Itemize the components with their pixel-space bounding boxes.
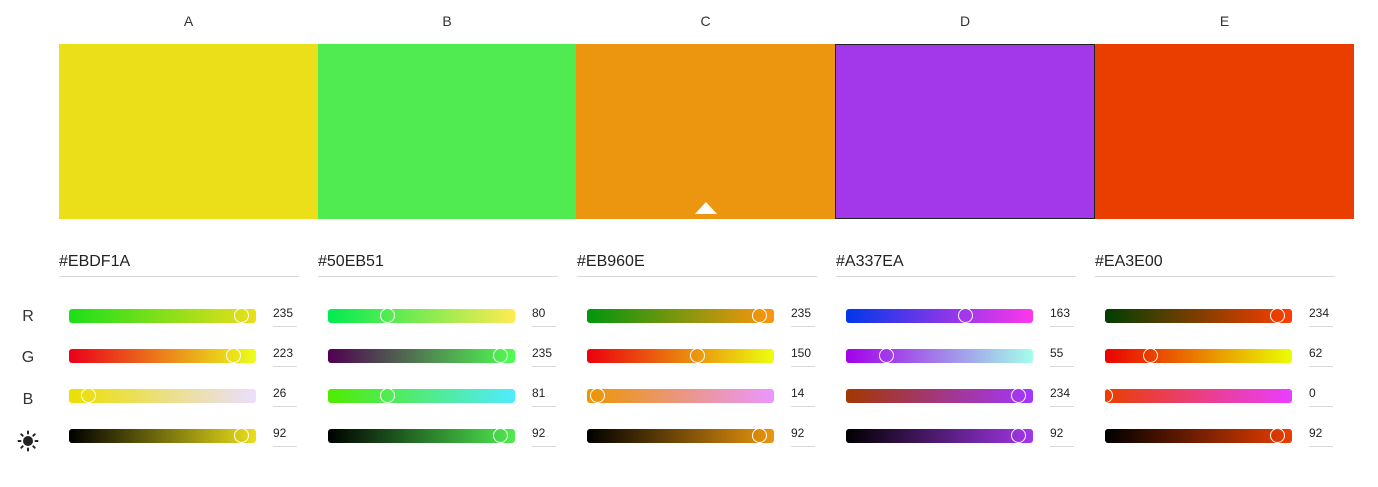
red-slider-thumb-e[interactable] [1269,308,1285,323]
hex-input-b[interactable] [318,253,558,271]
red-slider-thumb-d[interactable] [958,308,974,323]
row-label-red: R [22,308,34,325]
row-label-green: G [21,349,35,366]
brightness-slider-b[interactable] [328,428,515,443]
column-label-b: B [442,13,452,29]
brightness-slider-d[interactable] [846,428,1033,443]
red-slider-thumb-b[interactable] [379,308,395,323]
brightness-slider-thumb-e[interactable] [1270,428,1286,443]
red-slider-a[interactable] [69,308,256,323]
blue-slider-thumb-a[interactable] [81,388,97,403]
green-slider-c[interactable] [587,348,774,363]
red-slider-d[interactable] [846,308,1033,323]
red-slider-thumb-a[interactable] [234,308,250,323]
blue-slider-c[interactable] [587,388,774,403]
green-slider-d[interactable] [846,348,1033,363]
green-value-b[interactable]: 235 [532,346,556,367]
green-value-a[interactable]: 223 [273,346,297,367]
red-value-e[interactable]: 234 [1309,306,1333,327]
red-slider-b[interactable] [328,308,515,323]
green-value-d[interactable]: 55 [1050,346,1074,367]
green-slider-thumb-c[interactable] [689,348,705,363]
blue-slider-d[interactable] [846,388,1033,403]
column-label-e: E [1219,13,1230,29]
blue-slider-thumb-d[interactable] [1010,388,1026,403]
selected-indicator-icon [694,202,717,214]
column-label-d: D [959,13,971,29]
brightness-value-e[interactable]: 92 [1309,426,1333,447]
blue-value-a[interactable]: 26 [273,386,297,407]
blue-slider-e[interactable] [1098,388,1292,403]
blue-slider-a[interactable] [69,388,256,403]
red-value-c[interactable]: 235 [791,306,815,327]
hex-field-a [59,253,299,277]
brightness-slider-thumb-c[interactable] [752,428,768,443]
column-label-a: A [183,13,194,29]
green-slider-a[interactable] [69,348,256,363]
green-slider-thumb-d[interactable] [879,348,895,363]
brightness-value-a[interactable]: 92 [273,426,297,447]
green-slider-e[interactable] [1105,348,1292,363]
brightness-slider-e[interactable] [1105,428,1292,443]
green-slider-thumb-a[interactable] [225,348,241,363]
green-slider-b[interactable] [328,348,515,363]
hex-field-e [1095,253,1335,277]
color-swatch-e[interactable] [1095,44,1354,219]
brightness-slider-c[interactable] [587,428,774,443]
blue-slider-thumb-e[interactable] [1098,388,1113,403]
red-slider-thumb-c[interactable] [752,308,768,323]
blue-value-b[interactable]: 81 [532,386,556,407]
brightness-value-d[interactable]: 92 [1050,426,1074,447]
blue-value-e[interactable]: 0 [1309,386,1333,407]
blue-value-d[interactable]: 234 [1050,386,1074,407]
hex-field-d [836,253,1076,277]
green-value-e[interactable]: 62 [1309,346,1333,367]
brightness-slider-thumb-b[interactable] [493,428,509,443]
blue-value-c[interactable]: 14 [791,386,815,407]
blue-slider-thumb-b[interactable] [380,388,396,403]
red-slider-e[interactable] [1105,308,1292,323]
red-slider-c[interactable] [587,308,774,323]
red-value-b[interactable]: 80 [532,306,556,327]
green-slider-thumb-b[interactable] [493,348,509,363]
blue-slider-b[interactable] [328,388,515,403]
green-slider-thumb-e[interactable] [1143,348,1159,363]
color-swatch-b[interactable] [318,44,576,219]
green-value-c[interactable]: 150 [791,346,815,367]
brightness-slider-a[interactable] [69,428,256,443]
hex-input-e[interactable] [1095,253,1335,271]
red-value-d[interactable]: 163 [1050,306,1074,327]
color-swatch-d[interactable] [835,44,1095,219]
red-value-a[interactable]: 235 [273,306,297,327]
color-swatch-c[interactable] [576,44,835,219]
hex-field-c [577,253,817,277]
blue-slider-thumb-c[interactable] [590,388,606,403]
row-label-blue: B [22,391,34,408]
hex-field-b [318,253,558,277]
brightness-slider-thumb-a[interactable] [234,428,250,443]
color-swatch-a[interactable] [59,44,318,219]
column-label-c: C [700,13,711,29]
hex-input-c[interactable] [577,253,817,271]
hex-input-d[interactable] [836,253,1076,271]
brightness-slider-thumb-d[interactable] [1011,428,1027,443]
hex-input-a[interactable] [59,253,299,271]
brightness-value-b[interactable]: 92 [532,426,556,447]
brightness-value-c[interactable]: 92 [791,426,815,447]
sun-icon [16,430,40,457]
